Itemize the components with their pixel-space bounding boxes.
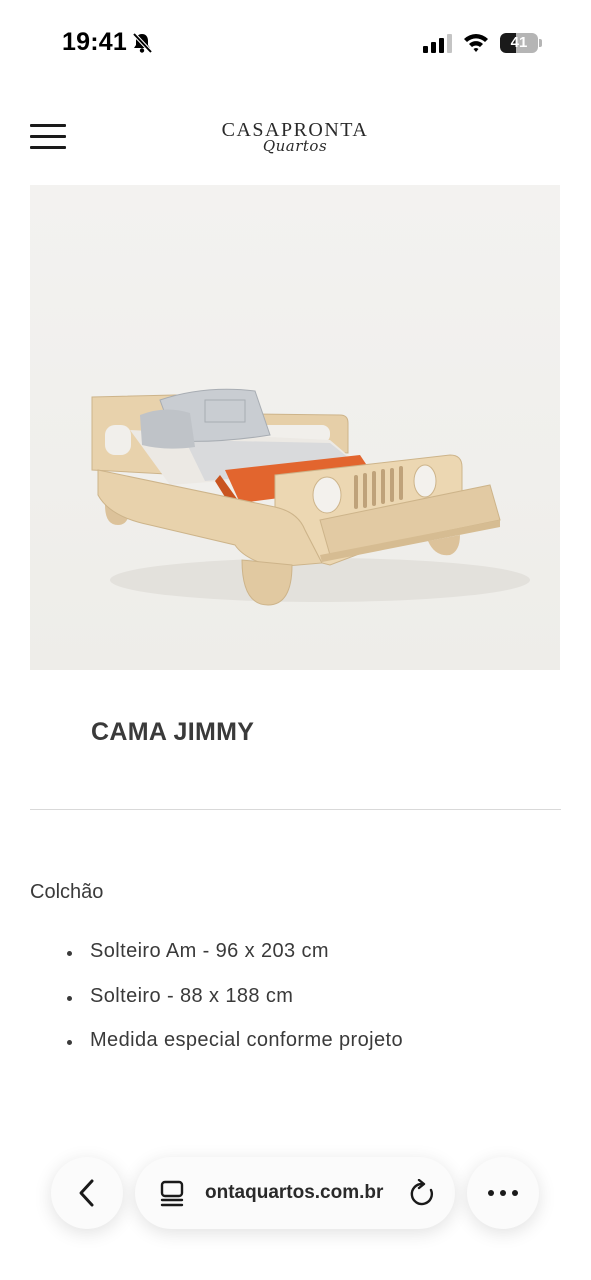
brand-logo[interactable]: CASAPRONTA Quartos [210, 115, 380, 163]
list-item: Solteiro Am - 96 x 203 cm [30, 940, 550, 985]
divider [30, 809, 561, 810]
list-item-text: Solteiro Am - 96 x 203 cm [90, 940, 329, 962]
back-chevron-icon [79, 1179, 94, 1207]
status-bar: 19:41 41 [0, 0, 591, 88]
browser-toolbar: ontaquartos.com.br [0, 1150, 591, 1240]
wifi-icon [464, 34, 488, 52]
cellular-signal-icon [423, 34, 452, 53]
reader-mode-icon[interactable] [159, 1179, 185, 1207]
hamburger-menu-icon[interactable] [30, 124, 66, 150]
back-button[interactable] [51, 1157, 123, 1229]
battery-level: 41 [510, 34, 528, 51]
reload-icon[interactable] [409, 1179, 435, 1207]
more-button[interactable] [467, 1157, 539, 1229]
bell-slash-icon [132, 32, 153, 54]
site-header: CASAPRONTA Quartos [0, 95, 591, 180]
home-area [0, 1240, 591, 1280]
battery-icon: 41 [500, 33, 542, 53]
product-image[interactable] [30, 185, 560, 670]
list-item: Medida especial conforme projeto [30, 1029, 550, 1074]
product-title: CAMA JIMMY [91, 718, 255, 746]
section-heading: Colchão [30, 881, 104, 903]
status-time: 19:41 [62, 28, 127, 56]
list-item-text: Solteiro - 88 x 188 cm [90, 984, 294, 1007]
bed-illustration [30, 185, 560, 670]
list-item-text: Medida especial conforme projeto [90, 1029, 403, 1051]
address-bar[interactable]: ontaquartos.com.br [135, 1157, 455, 1229]
url-text: ontaquartos.com.br [205, 1182, 384, 1203]
logo-script-text: Quartos [262, 137, 328, 155]
more-dots-icon [488, 1190, 518, 1196]
spec-list: Solteiro Am - 96 x 203 cm Solteiro - 88 … [30, 940, 550, 1074]
list-item: Solteiro - 88 x 188 cm [30, 985, 550, 1030]
